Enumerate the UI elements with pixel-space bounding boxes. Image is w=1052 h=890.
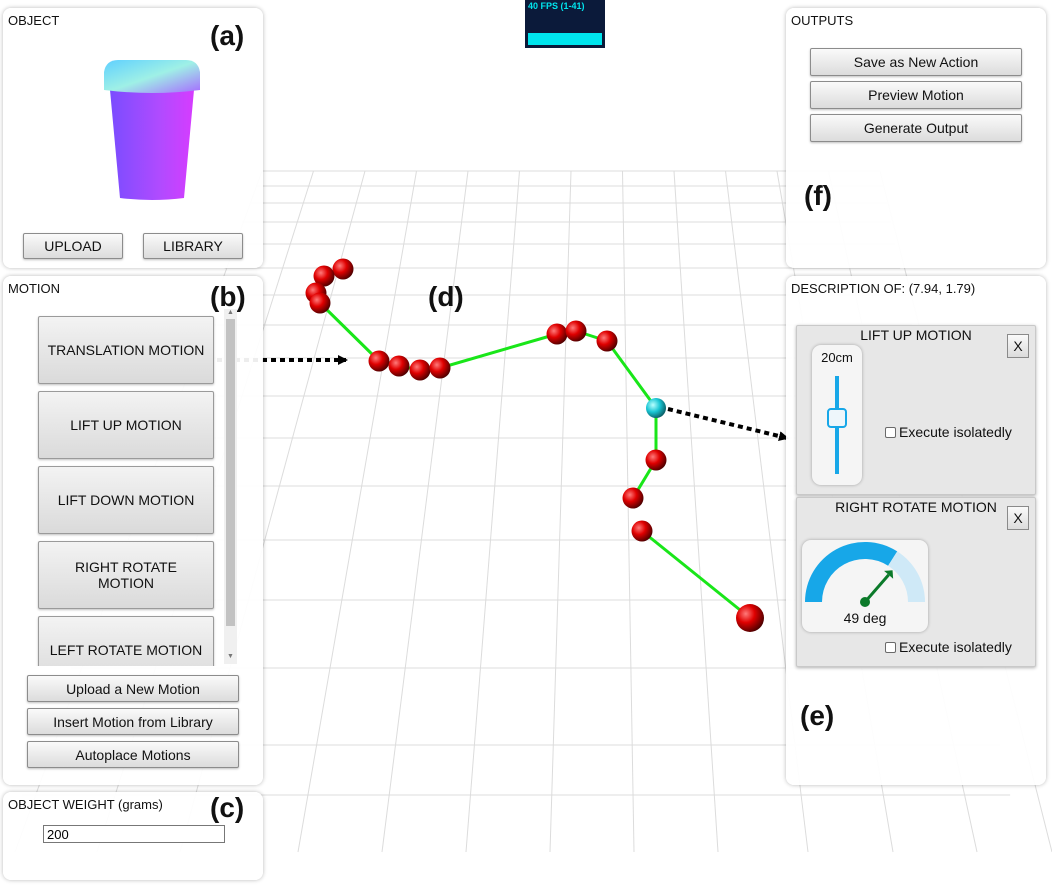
lift-height-widget: 20cm	[812, 345, 862, 485]
scrollbar-thumb[interactable]	[226, 319, 235, 626]
grid-line	[381, 170, 469, 853]
weight-panel: OBJECT WEIGHT (grams) (c)	[3, 792, 263, 880]
keypoint-group[interactable]	[305, 258, 765, 633]
gauge-needle[interactable]	[863, 573, 890, 603]
keypoint[interactable]	[332, 258, 354, 280]
right-rotate-close-button[interactable]: X	[1007, 506, 1029, 530]
upload-button[interactable]: UPLOAD	[23, 233, 123, 259]
keypoint[interactable]	[368, 350, 390, 372]
scroll-up-icon[interactable]: ▲	[227, 309, 234, 316]
gauge-remaining-arc	[888, 551, 925, 602]
scene-tag: (d)	[428, 281, 464, 312]
object-panel-title: OBJECT	[8, 13, 60, 28]
autoplace-motions-button[interactable]: Autoplace Motions	[27, 741, 239, 768]
weight-input[interactable]	[43, 825, 225, 843]
fps-text: 40 FPS (1-41)	[528, 1, 585, 11]
object-panel-tag: (a)	[210, 20, 245, 51]
lift-up-card: LIFT UP MOTION X 20cm Execute isolatedly	[796, 325, 1036, 495]
keypoint[interactable]	[645, 449, 667, 471]
lift-up-card-title: LIFT UP MOTION	[860, 327, 972, 343]
motion-list-scrollbar[interactable]: ▲ ▼	[224, 309, 237, 664]
description-arrow	[667, 407, 789, 441]
keypoint[interactable]	[622, 487, 644, 509]
outputs-panel-tag: (f)	[804, 180, 832, 211]
object-panel: OBJECT (a) UPLOAD LIBRARY	[3, 8, 263, 268]
fps-bar	[528, 33, 602, 45]
motion-item-lift-up[interactable]: LIFT UP MOTION	[38, 391, 214, 459]
path-segment	[641, 529, 751, 620]
rotate-checkbox-label: Execute isolatedly	[899, 639, 1012, 655]
save-new-action-button[interactable]: Save as New Action	[810, 48, 1022, 76]
fps-meter: 40 FPS (1-41)	[525, 0, 605, 48]
motion-panel: MOTION (b) TRANSLATION MOTION LIFT UP MO…	[3, 276, 263, 785]
motion-item-left-rotate[interactable]: LEFT ROTATE MOTION	[38, 616, 214, 666]
keypoint[interactable]	[736, 604, 764, 632]
keypoint[interactable]	[596, 330, 618, 352]
keypoint[interactable]	[409, 359, 431, 381]
right-rotate-card: RIGHT ROTATE MOTION X 49 deg Execute iso…	[796, 497, 1036, 667]
motion-item-lift-down[interactable]: LIFT DOWN MOTION	[38, 466, 214, 534]
weight-panel-tag: (c)	[210, 792, 245, 823]
lift-execute-isolated-checkbox[interactable]: Execute isolatedly	[885, 424, 1012, 440]
outputs-panel: OUTPUTS Save as New Action Preview Motio…	[786, 8, 1046, 268]
lift-slider-thumb[interactable]	[827, 408, 847, 429]
library-button[interactable]: LIBRARY	[143, 233, 243, 259]
grid-line	[622, 170, 635, 853]
rotate-checkbox-box[interactable]	[885, 641, 896, 653]
lift-height-value: 20cm	[821, 350, 853, 365]
gauge-filled-arc	[805, 542, 898, 602]
motion-panel-title: MOTION	[8, 281, 60, 296]
rotation-gauge-widget[interactable]: 49 deg	[802, 540, 928, 632]
description-panel-tag: (e)	[800, 700, 835, 731]
outputs-panel-title: OUTPUTS	[791, 13, 854, 28]
lift-checkbox-label: Execute isolatedly	[899, 424, 1012, 440]
keypoint[interactable]	[388, 355, 410, 377]
generate-output-button[interactable]: Generate Output	[810, 114, 1022, 142]
upload-new-motion-button[interactable]: Upload a New Motion	[27, 675, 239, 702]
weight-panel-title: OBJECT WEIGHT (grams)	[8, 797, 163, 812]
lift-checkbox-box[interactable]	[885, 426, 896, 438]
keypoint[interactable]	[631, 520, 653, 542]
cup-preview[interactable]	[96, 50, 206, 210]
description-panel: DESCRIPTION OF: (7.94, 1.79) LIFT UP MOT…	[786, 276, 1046, 785]
preview-motion-button[interactable]: Preview Motion	[810, 81, 1022, 109]
selected-keypoint[interactable]	[646, 398, 666, 418]
keypoint[interactable]	[546, 323, 568, 345]
keypoint[interactable]	[565, 320, 587, 342]
keypoint[interactable]	[429, 357, 451, 379]
rotation-angle-value: 49 deg	[843, 610, 887, 626]
gauge-pivot	[860, 597, 870, 607]
grid-line	[673, 170, 719, 853]
right-rotate-card-title: RIGHT ROTATE MOTION	[835, 499, 997, 515]
lift-up-close-button[interactable]: X	[1007, 334, 1029, 358]
motion-item-translation[interactable]: TRANSLATION MOTION	[38, 316, 214, 384]
scroll-down-icon[interactable]: ▼	[227, 653, 234, 660]
description-panel-title: DESCRIPTION OF: (7.94, 1.79)	[791, 281, 976, 296]
insert-motion-library-button[interactable]: Insert Motion from Library	[27, 708, 239, 735]
motion-list[interactable]: TRANSLATION MOTION LIFT UP MOTION LIFT D…	[28, 308, 240, 666]
keypoint[interactable]	[309, 292, 331, 314]
grid-line	[465, 170, 520, 853]
rotation-gauge[interactable]	[802, 540, 928, 610]
rotate-execute-isolated-checkbox[interactable]: Execute isolatedly	[885, 639, 1012, 655]
motion-item-right-rotate[interactable]: RIGHT ROTATE MOTION	[38, 541, 214, 609]
grid-line	[549, 170, 572, 853]
